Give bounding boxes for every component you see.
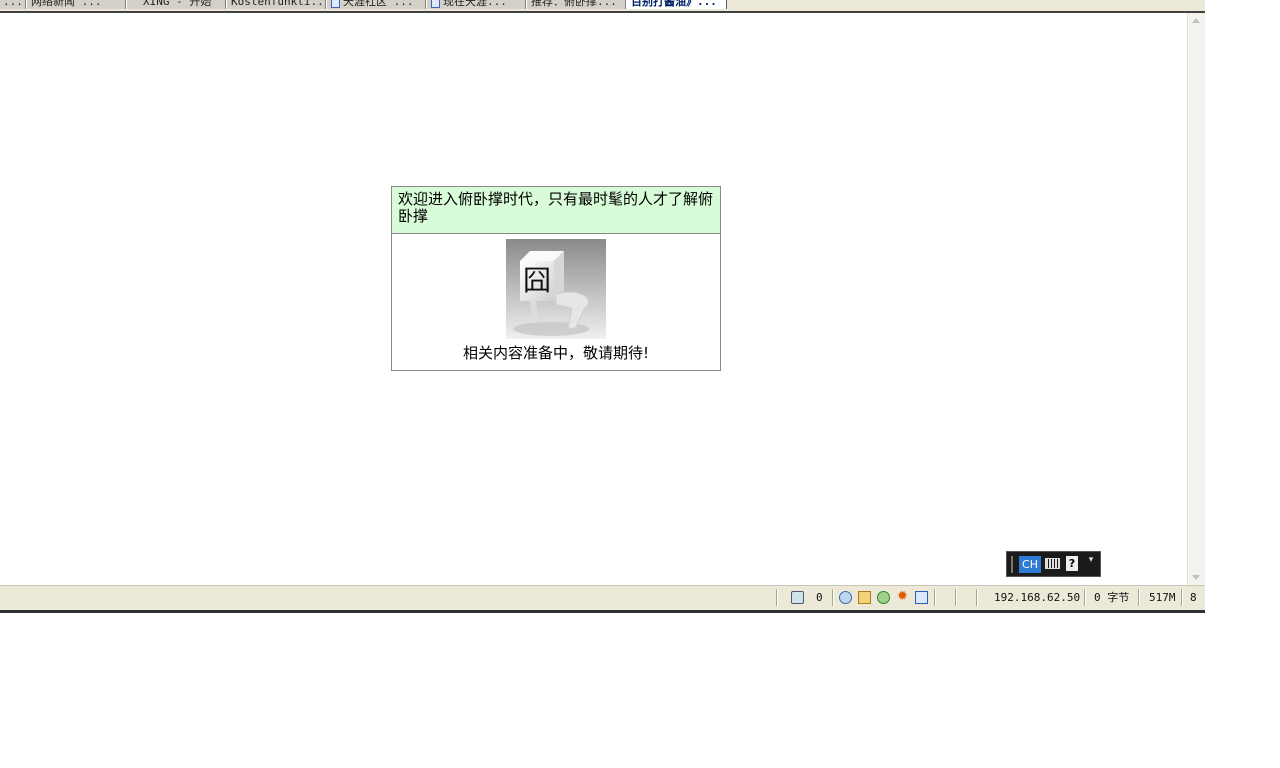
- tab-1[interactable]: ...: [0, 0, 26, 9]
- grip-icon[interactable]: [1011, 556, 1013, 573]
- help-icon[interactable]: ?: [1066, 556, 1078, 571]
- status-separator: [1138, 589, 1139, 606]
- recycle-icon[interactable]: [791, 591, 804, 604]
- status-separator: [1181, 589, 1182, 606]
- tab-label: 推荐：俯卧撑...: [531, 0, 617, 8]
- content-header: 欢迎进入俯卧撑时代，只有最时髦的人才了解俯卧撑: [392, 187, 720, 234]
- tab-label: ...: [3, 0, 23, 8]
- svg-text:囧: 囧: [523, 264, 551, 297]
- refresh-icon[interactable]: [877, 591, 890, 604]
- document-icon: [431, 0, 440, 8]
- tab-label: Kostenfunkti...: [231, 0, 326, 8]
- scroll-up-icon[interactable]: [1192, 18, 1200, 23]
- tab-6[interactable]: 现在天涯...: [426, 0, 526, 9]
- tab-4[interactable]: Kostenfunkti...: [226, 0, 326, 9]
- content-box: 欢迎进入俯卧撑时代，只有最时髦的人才了解俯卧撑 囧 相关内容准备中，敬请期待!: [391, 186, 721, 371]
- status-extra: 8: [1190, 591, 1197, 604]
- tab-2[interactable]: 网络新闻 ...: [26, 0, 126, 9]
- content-caption: 相关内容准备中，敬请期待!: [462, 344, 649, 362]
- tab-label: 天涯社区 ...: [343, 0, 414, 8]
- scroll-down-icon[interactable]: [1192, 575, 1200, 580]
- status-separator: [776, 589, 777, 606]
- tab-7[interactable]: 推荐：俯卧撑...: [526, 0, 626, 9]
- flash-blocker-icon[interactable]: ✹: [896, 590, 909, 603]
- status-separator: [934, 589, 935, 606]
- status-bar: 0 ✹ 192.168.62.50 0 字节 517M 8: [0, 585, 1205, 613]
- status-separator: [832, 589, 833, 606]
- tab-3[interactable]: XING - 开始: [126, 0, 226, 9]
- memory-usage: 517M: [1149, 591, 1176, 604]
- tab-label: 网络新闻 ...: [31, 0, 102, 8]
- vertical-scrollbar[interactable]: [1187, 13, 1205, 585]
- language-bar[interactable]: CH ? ▾: [1006, 551, 1101, 577]
- status-separator: [955, 589, 956, 606]
- status-separator: [976, 589, 977, 606]
- language-button[interactable]: CH: [1019, 556, 1041, 573]
- window-icon[interactable]: [915, 591, 928, 604]
- keyboard-icon[interactable]: [1045, 558, 1060, 569]
- box-character-image: 囧: [506, 239, 606, 339]
- tab-strip: ... 网络新闻 ... XING - 开始 Kostenfunkti... 天…: [0, 0, 1205, 13]
- popup-blocker-icon[interactable]: [858, 591, 871, 604]
- document-icon: [331, 0, 340, 8]
- ip-address: 192.168.62.50: [994, 591, 1081, 604]
- tab-label: 现在天涯...: [443, 0, 507, 8]
- tab-8-active[interactable]: 百别打酱油》...: [626, 0, 727, 9]
- status-count: 0: [816, 591, 823, 604]
- options-menu-icon[interactable]: ▾: [1087, 556, 1095, 573]
- tab-label: 百别打酱油》...: [631, 0, 717, 8]
- bytes-count: 0 字节: [1094, 591, 1130, 604]
- tab-label: XING - 开始: [143, 0, 212, 8]
- status-separator: [1084, 589, 1085, 606]
- tab-5[interactable]: 天涯社区 ...: [326, 0, 426, 9]
- network-icon[interactable]: [839, 591, 852, 604]
